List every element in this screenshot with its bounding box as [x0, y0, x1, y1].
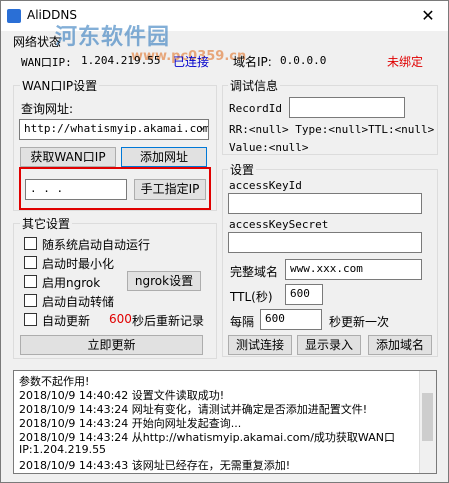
other-settings-label: 其它设置 [20, 215, 73, 232]
record-id-input[interactable] [289, 97, 405, 118]
scrollbar-thumb[interactable] [422, 393, 433, 441]
close-icon[interactable]: ✕ [416, 6, 440, 26]
log-textarea[interactable]: 参数不起作用! 2018/10/9 14:40:42 设置文件读取成功! 201… [13, 370, 437, 474]
auto-update-seconds: 600 [109, 312, 132, 326]
access-key-id-label: accessKeyId [229, 179, 302, 192]
manual-ip-button[interactable]: 手工指定IP [134, 179, 206, 200]
wan-ip-value: 1.204.219.55 [81, 54, 161, 67]
interval-suffix: 秒更新一次 [329, 315, 390, 329]
manual-ip-input[interactable]: . . . [25, 179, 127, 200]
access-key-id-input[interactable] [228, 193, 422, 214]
log-line: 2018/10/9 14:43:43 该网址已经存在，无需重复添加! [19, 459, 291, 472]
chevron-down-icon: ⌄ [198, 121, 205, 132]
wan-settings-label: WAN口IP设置 [20, 77, 100, 94]
ttl-input[interactable]: 600 [285, 284, 323, 305]
domain-label: 完整域名 [230, 265, 279, 279]
auto-update-checkbox[interactable] [24, 313, 37, 326]
watermark-logo: 河东软件园 [55, 25, 171, 50]
minimize-label: 启动时最小化 [42, 257, 115, 271]
query-url-label: 查询网址: [21, 102, 74, 116]
test-connection-button[interactable]: 测试连接 [228, 335, 292, 355]
query-url-select[interactable]: http://whatismyip.akamai.com ⌄ [19, 119, 209, 140]
auto-update-label: 自动更新 [42, 314, 91, 328]
add-url-button[interactable]: 添加网址 [121, 147, 207, 167]
settings-label: 设置 [228, 161, 257, 178]
add-domain-button[interactable]: 添加域名 [368, 335, 432, 355]
record-id-label: RecordId [229, 102, 282, 115]
query-url-value: http://whatismyip.akamai.com [24, 122, 209, 135]
ngrok-settings-button[interactable]: ngrok设置 [127, 271, 201, 291]
network-status-label: 网络状态 [13, 35, 62, 49]
update-now-button[interactable]: 立即更新 [20, 335, 203, 355]
forward-checkbox[interactable] [24, 294, 37, 307]
forward-label: 启动自动转储 [42, 295, 115, 309]
domain-ip-label: 域名IP: [233, 55, 272, 69]
rr-info: RR:<null> Type:<null>TTL:<null> [229, 123, 435, 136]
log-scrollbar[interactable] [419, 371, 436, 473]
show-record-button[interactable]: 显示录入 [297, 335, 361, 355]
startup-label: 随系统启动自动运行 [42, 238, 151, 252]
startup-checkbox[interactable] [24, 237, 37, 250]
interval-prefix: 每隔 [230, 315, 255, 329]
bind-status: 未绑定 [387, 55, 424, 69]
log-line: IP:1.204.219.55 [19, 443, 107, 456]
value-info: Value:<null> [229, 141, 309, 154]
ttl-label: TTL(秒) [230, 290, 273, 304]
debug-label: 调试信息 [228, 77, 281, 94]
connect-status: 已连接 [173, 55, 210, 69]
app-window: AliDDNS ✕ 河东软件园 www.pc0359.cn 网络状态 WAN口I… [0, 0, 449, 483]
ngrok-label: 启用ngrok [42, 276, 101, 290]
app-icon [7, 9, 21, 23]
auto-update-suffix: 秒后重新记录 [132, 314, 205, 328]
wan-ip-label: WAN口IP: [21, 56, 72, 69]
ngrok-checkbox[interactable] [24, 275, 37, 288]
minimize-checkbox[interactable] [24, 256, 37, 269]
interval-input[interactable]: 600 [260, 309, 322, 330]
domain-ip-value: 0.0.0.0 [280, 54, 327, 67]
access-key-secret-label: accessKeySecret [229, 218, 329, 231]
get-wan-ip-button[interactable]: 获取WAN口IP [20, 147, 116, 167]
domain-input[interactable]: www.xxx.com [285, 259, 422, 280]
access-key-secret-input[interactable] [228, 232, 422, 253]
